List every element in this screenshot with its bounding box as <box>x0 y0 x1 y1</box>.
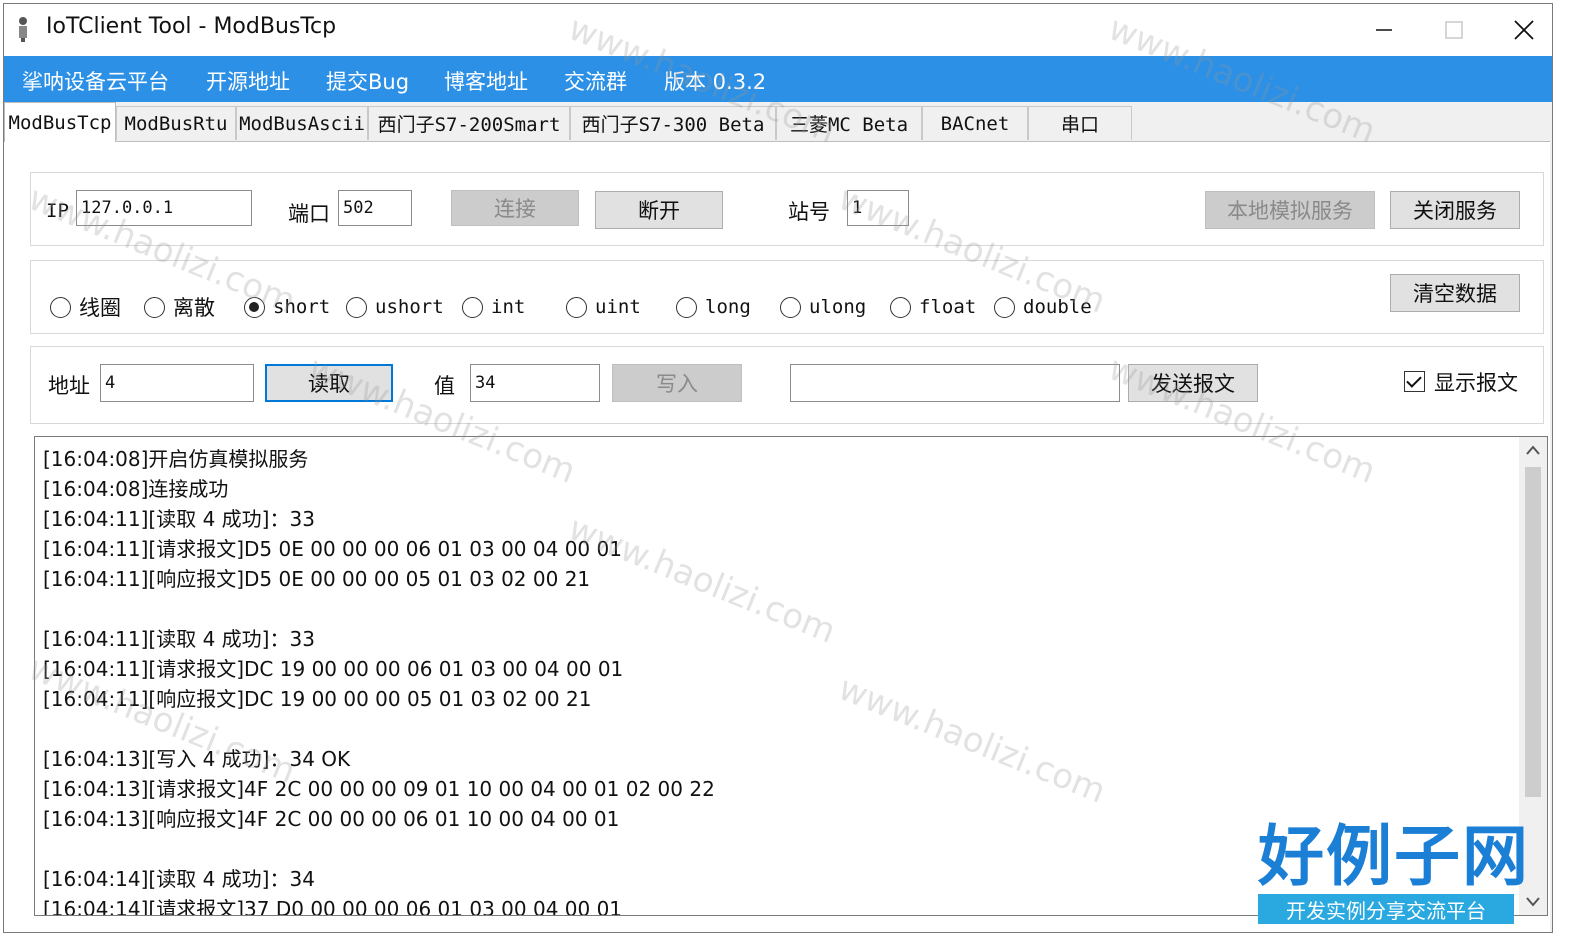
show-message-label: 显示报文 <box>1434 371 1518 395</box>
log-line: [16:04:11][响应报文]D5 0E 00 00 00 05 01 03 … <box>43 567 591 591</box>
radio-circle <box>462 296 483 318</box>
value-label: 值 <box>434 374 455 398</box>
close-window-button[interactable] <box>1484 4 1552 56</box>
show-message-checkbox[interactable] <box>1404 371 1425 392</box>
brand-subtitle: 开发实例分享交流平台 <box>1258 894 1514 924</box>
radio-discrete[interactable]: 离散 <box>144 294 215 320</box>
log-line: [16:04:11][请求报文]DC 19 00 00 00 06 01 03 … <box>43 657 624 681</box>
brand-logo: 好例子网 开发实例分享交流平台 <box>1258 822 1530 924</box>
menu-item-version[interactable]: 版本 0.3.2 <box>664 66 766 96</box>
scroll-up-icon[interactable] <box>1526 445 1540 455</box>
radio-short[interactable]: short <box>244 294 330 320</box>
address-label: 地址 <box>48 374 90 398</box>
radio-circle-selected <box>244 296 265 318</box>
address-input[interactable] <box>100 364 254 402</box>
tab-s7-300[interactable]: 西门子S7-300 Beta <box>570 106 776 140</box>
ip-label: IP <box>46 200 69 222</box>
connect-button[interactable]: 连接 <box>451 190 579 226</box>
log-line: [16:04:08]开启仿真模拟服务 <box>43 447 309 471</box>
log-line: [16:04:11][响应报文]DC 19 00 00 00 05 01 03 … <box>43 687 592 711</box>
menu-item-blog[interactable]: 博客地址 <box>444 66 528 96</box>
maximize-button[interactable] <box>1414 4 1494 56</box>
tab-mitsubishi-mc[interactable]: 三菱MC Beta <box>776 106 922 140</box>
radio-circle <box>676 296 697 318</box>
radio-circle <box>50 296 71 318</box>
tab-serial[interactable]: 串口 <box>1028 106 1132 140</box>
write-button[interactable]: 写入 <box>612 364 742 402</box>
station-label: 站号 <box>788 200 830 224</box>
radio-float[interactable]: float <box>890 294 976 320</box>
scroll-thumb[interactable] <box>1525 467 1541 797</box>
radio-ushort[interactable]: ushort <box>346 294 444 320</box>
log-line: [16:04:14][读取 4 成功]：34 <box>43 867 315 891</box>
log-line: [16:04:11][请求报文]D5 0E 00 00 00 06 01 03 … <box>43 537 622 561</box>
log-line: [16:04:13][响应报文]4F 2C 00 00 00 06 01 10 … <box>43 807 620 831</box>
station-input[interactable] <box>847 190 909 226</box>
radio-double[interactable]: double <box>994 294 1092 320</box>
radio-int[interactable]: int <box>462 294 525 320</box>
app-icon <box>19 17 27 42</box>
close-service-button[interactable]: 关闭服务 <box>1390 191 1520 229</box>
menu-item-submit-bug[interactable]: 提交Bug <box>326 66 409 96</box>
message-input[interactable] <box>790 364 1120 402</box>
radio-long[interactable]: long <box>676 294 751 320</box>
menu-item-cloud-platform[interactable]: 挲呐设备云平台 <box>22 66 169 96</box>
log-line: [16:04:11][读取 4 成功]：33 <box>43 507 315 531</box>
tab-modbusascii[interactable]: ModBusAscii <box>236 106 368 140</box>
title-bar: IoTClient Tool - ModBusTcp <box>4 4 1552 56</box>
log-line: [16:04:14][请求报文]37 D0 00 00 00 06 01 03 … <box>43 897 623 916</box>
radio-circle <box>890 296 911 318</box>
disconnect-button[interactable]: 断开 <box>595 191 723 229</box>
close-icon <box>1514 20 1534 40</box>
value-input[interactable] <box>470 364 600 402</box>
log-line: [16:04:08]连接成功 <box>43 477 229 501</box>
tab-modbustcp[interactable]: ModBusTcp <box>4 102 116 142</box>
window-title: IoTClient Tool - ModBusTcp <box>46 14 337 39</box>
minimize-icon <box>1376 29 1392 31</box>
tab-modbusrtu[interactable]: ModBusRtu <box>116 106 236 140</box>
radio-circle <box>994 296 1015 318</box>
radio-circle <box>346 296 367 318</box>
log-line: [16:04:13][请求报文]4F 2C 00 00 00 09 01 10 … <box>43 777 715 801</box>
radio-circle <box>780 296 801 318</box>
read-write-group <box>30 346 1544 424</box>
radio-uint[interactable]: uint <box>566 294 641 320</box>
menu-item-group[interactable]: 交流群 <box>564 66 627 96</box>
app-window: IoTClient Tool - ModBusTcp 挲呐设备云平台 开源地址 … <box>3 3 1553 933</box>
log-line: [16:04:11][读取 4 成功]：33 <box>43 627 315 651</box>
minimize-button[interactable] <box>1344 4 1424 56</box>
ip-input[interactable] <box>76 190 252 226</box>
menu-bar: 挲呐设备云平台 开源地址 提交Bug 博客地址 交流群 版本 0.3.2 <box>4 56 1552 102</box>
menu-item-source[interactable]: 开源地址 <box>206 66 290 96</box>
send-message-button[interactable]: 发送报文 <box>1128 364 1258 402</box>
local-sim-service-button[interactable]: 本地模拟服务 <box>1205 191 1375 229</box>
tab-bar: ModBusTcp ModBusRtu ModBusAscii 西门子S7-20… <box>4 102 1552 142</box>
radio-coil[interactable]: 线圈 <box>50 294 121 320</box>
read-button[interactable]: 读取 <box>265 364 393 402</box>
maximize-icon <box>1445 21 1463 39</box>
port-label: 端口 <box>288 202 330 226</box>
port-input[interactable] <box>338 190 412 226</box>
radio-ulong[interactable]: ulong <box>780 294 866 320</box>
tab-s7-200smart[interactable]: 西门子S7-200Smart <box>368 106 570 140</box>
clear-data-button[interactable]: 清空数据 <box>1390 274 1520 312</box>
tab-bacnet[interactable]: BACnet <box>922 106 1028 140</box>
radio-circle <box>566 296 587 318</box>
brand-title: 好例子网 <box>1258 818 1530 895</box>
radio-circle <box>144 296 165 318</box>
log-line: [16:04:13][写入 4 成功]：34 OK <box>43 747 351 771</box>
